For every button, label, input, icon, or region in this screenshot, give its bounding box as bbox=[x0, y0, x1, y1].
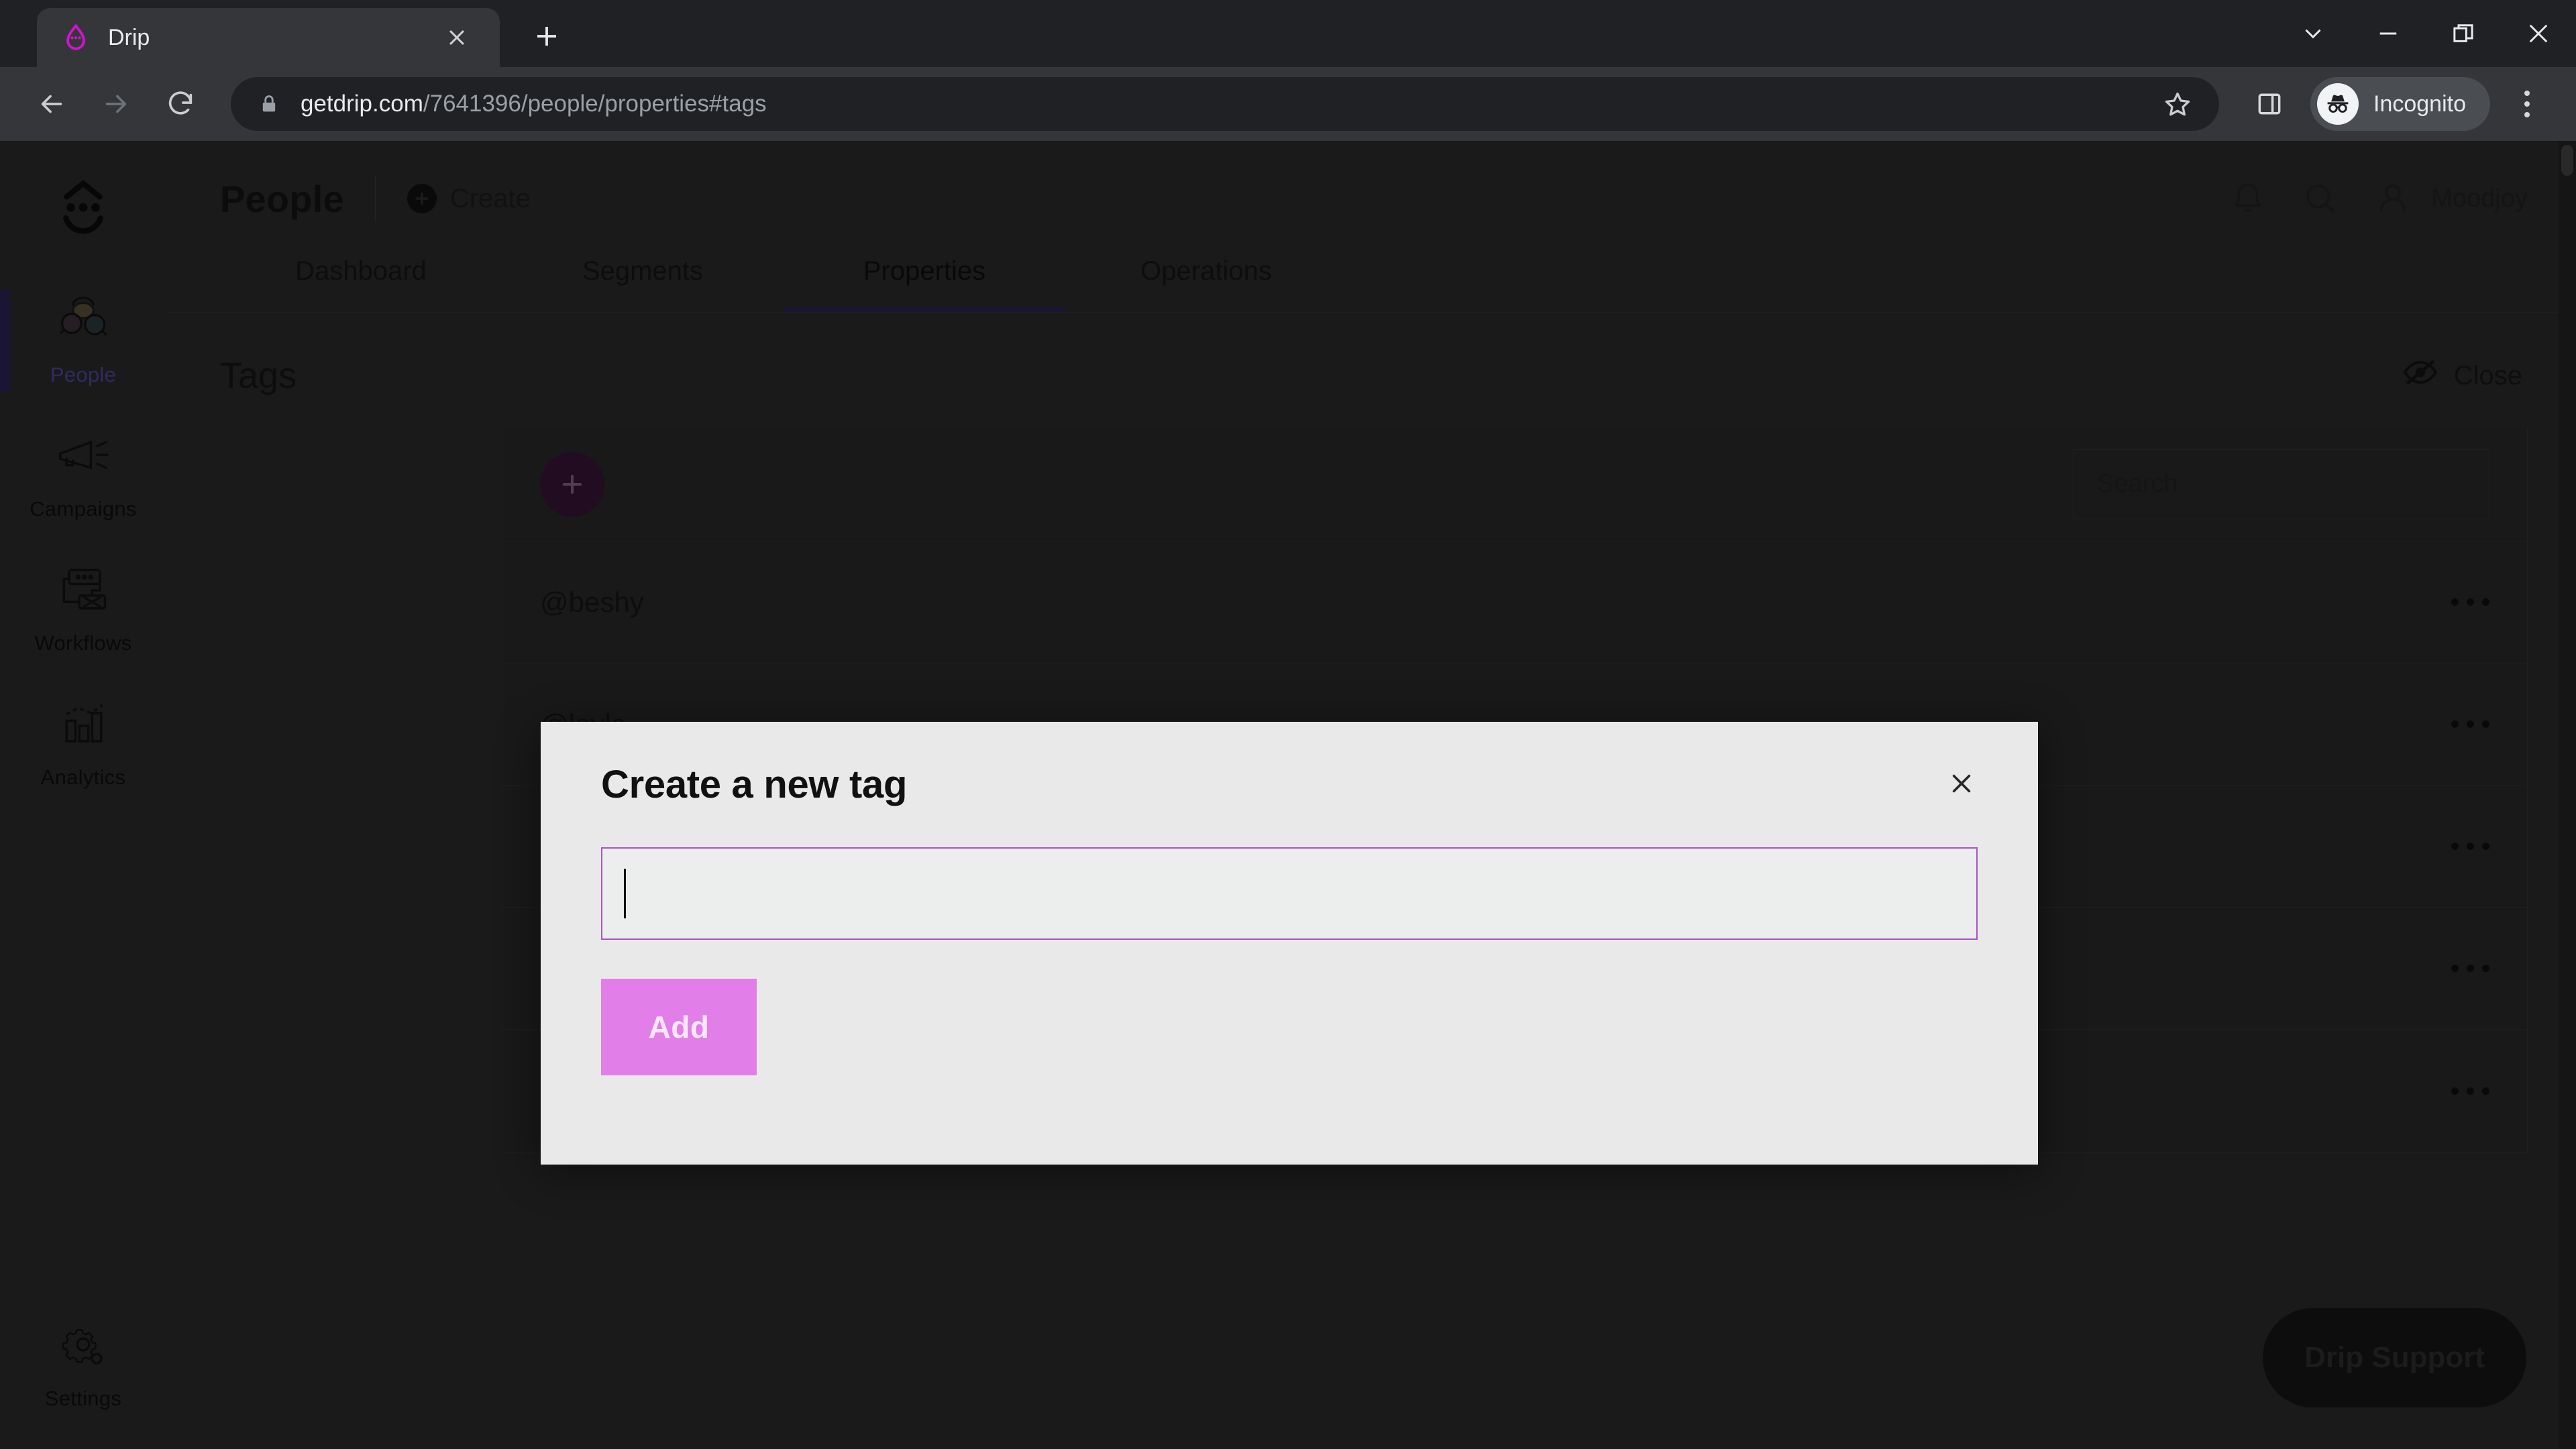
restore-icon[interactable] bbox=[2426, 0, 2501, 67]
add-tag-submit-button[interactable]: Add bbox=[601, 979, 757, 1075]
tag-name-input[interactable] bbox=[601, 847, 1978, 940]
side-panel-icon[interactable] bbox=[2241, 75, 2298, 133]
modal-title: Create a new tag bbox=[601, 763, 908, 806]
modal-header: Create a new tag bbox=[601, 762, 1983, 807]
drip-droplet-icon bbox=[61, 23, 91, 52]
lock-icon bbox=[258, 91, 280, 117]
window-close-icon[interactable] bbox=[2501, 0, 2576, 67]
back-button[interactable] bbox=[23, 75, 80, 133]
url-domain: getdrip.com bbox=[301, 91, 423, 117]
url-path: /7641396/people/properties#tags bbox=[423, 91, 767, 117]
create-tag-modal: Create a new tag Add bbox=[541, 722, 2038, 1165]
browser-window: Drip getdrip.com/7641396/people/properti… bbox=[0, 0, 2576, 1449]
address-bar[interactable]: getdrip.com/7641396/people/properties#ta… bbox=[231, 77, 2219, 131]
star-icon[interactable] bbox=[2163, 89, 2192, 119]
profile-label: Incognito bbox=[2373, 91, 2466, 117]
browser-tab-title: Drip bbox=[108, 24, 150, 50]
modal-close-icon[interactable] bbox=[1940, 762, 1983, 805]
tab-search-chevron-down-icon[interactable] bbox=[2275, 0, 2351, 67]
forward-button[interactable] bbox=[87, 75, 145, 133]
new-tab-button[interactable] bbox=[520, 9, 574, 63]
page-viewport: People Campaigns bbox=[0, 141, 2576, 1449]
profile-incognito-badge[interactable]: Incognito bbox=[2310, 77, 2490, 131]
window-controls bbox=[2275, 0, 2576, 67]
three-dot-menu-icon[interactable] bbox=[2501, 75, 2553, 133]
tab-close-icon[interactable] bbox=[438, 19, 476, 56]
browser-tab-strip: Drip bbox=[0, 0, 2576, 67]
browser-tab[interactable]: Drip bbox=[37, 8, 500, 67]
incognito-icon bbox=[2317, 83, 2359, 125]
browser-toolbar: getdrip.com/7641396/people/properties#ta… bbox=[0, 67, 2576, 141]
address-bar-url: getdrip.com/7641396/people/properties#ta… bbox=[301, 91, 767, 117]
minimize-icon[interactable] bbox=[2351, 0, 2426, 67]
text-caret bbox=[624, 869, 626, 918]
reload-button[interactable] bbox=[152, 75, 209, 133]
